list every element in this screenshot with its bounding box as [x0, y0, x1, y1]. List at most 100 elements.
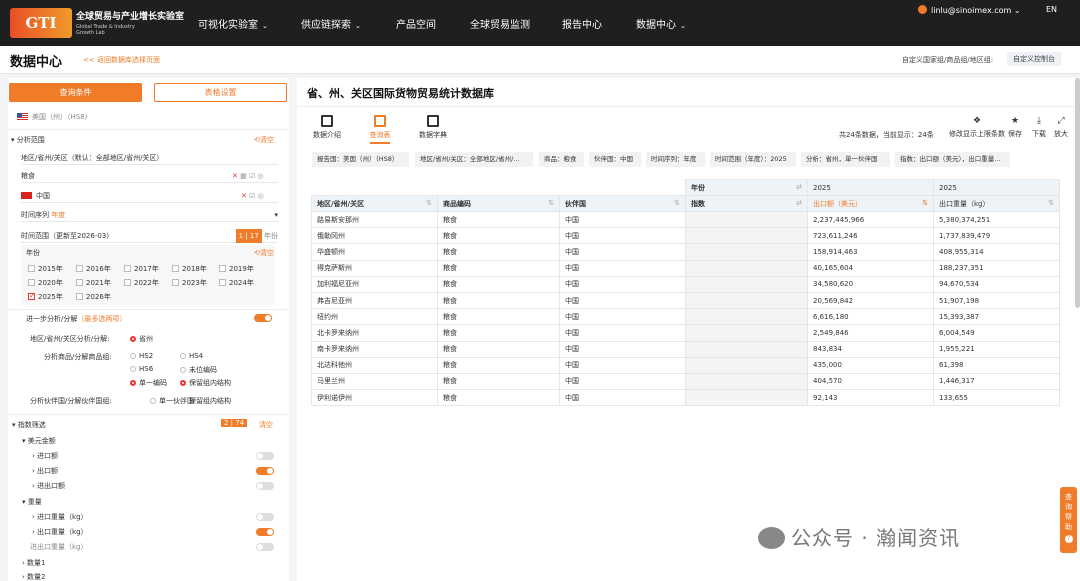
nav-report-center[interactable]: 报告中心	[562, 16, 602, 31]
index-import-weight[interactable]: › 进口重量（kg）	[32, 512, 88, 522]
export-weight-toggle[interactable]	[256, 528, 274, 536]
partner-field-actions[interactable]: ✕ ☑ ◎	[241, 192, 264, 200]
index-total-weight[interactable]: 进出口重量（kg）	[30, 542, 88, 552]
filter-chip-region[interactable]: 地区/省州/关区：全部地区/省州/...	[415, 152, 533, 167]
table-row[interactable]: 伊利诺伊州 粮食 中国 92,143 133,655	[311, 389, 1060, 407]
col-header-product-code[interactable]: 商品编码 ⇅	[437, 195, 560, 212]
set-limit-button[interactable]: ❖ 修改显示上限条数	[949, 116, 1005, 139]
save-button[interactable]: ★ 保存	[1008, 116, 1022, 139]
filter-chip-reporter[interactable]: 报告国：美国（州）（HS8）	[312, 152, 409, 167]
index-total-value[interactable]: › 进出口额	[32, 481, 65, 491]
export-value-toggle[interactable]	[256, 467, 274, 475]
zoom-button[interactable]: ⤢ 放大	[1054, 116, 1068, 139]
region-option-state[interactable]: 省州	[130, 334, 153, 344]
filter-chip-series[interactable]: 时间序列：年度	[646, 152, 705, 167]
col-header-index[interactable]: 指数 ⇄	[685, 195, 808, 212]
import-value-toggle[interactable]	[256, 452, 274, 460]
group-quantity-2[interactable]: › 数量2	[22, 572, 46, 581]
group-usd[interactable]: ▾ 美元金额	[22, 436, 56, 446]
group-quantity-1[interactable]: › 数量1	[22, 558, 46, 568]
table-settings-button[interactable]: 表格设置	[154, 83, 287, 102]
option-keep-structure[interactable]: 保留组内结构	[180, 378, 231, 388]
table-row[interactable]: 得克萨斯州 粮食 中国 40,165,604 188,237,351	[311, 259, 1060, 277]
year-2025[interactable]: 2025年	[28, 291, 63, 302]
nav-visualization-lab[interactable]: 可视化实验室 ⌄	[198, 16, 268, 31]
query-help-button[interactable]: 查询帮助?	[1060, 487, 1077, 553]
table-row[interactable]: 北达科他州 粮食 中国 435,000 61,398	[311, 356, 1060, 374]
index-export-value[interactable]: › 出口额	[32, 466, 58, 476]
option-single-code[interactable]: 单一编码	[130, 378, 167, 388]
year-2021[interactable]: 2021年	[76, 278, 111, 288]
clear-range-button[interactable]: ⟲清空	[254, 135, 274, 145]
tool-data-dictionary[interactable]: 数据字典	[413, 115, 453, 140]
col-header-export-value[interactable]: 出口额（美元） ⇅	[807, 195, 934, 212]
year-2015[interactable]: 2015年	[28, 264, 63, 274]
nav-product-space[interactable]: 产品空间	[396, 16, 436, 31]
col-header-partner[interactable]: 伙伴国 ⇅	[559, 195, 686, 212]
language-switch[interactable]: EN	[1046, 5, 1057, 14]
col-header-export-weight[interactable]: 出口重量（kg） ⇅	[933, 195, 1060, 212]
total-weight-toggle[interactable]	[256, 543, 274, 551]
year-2026[interactable]: 2026年	[76, 292, 111, 302]
index-export-weight[interactable]: › 出口重量（kg）	[32, 527, 88, 537]
partner-field[interactable]: 中国	[21, 189, 278, 203]
time-series-select[interactable]: 时间序列 年度 ▾	[21, 208, 278, 222]
year-2016[interactable]: 2016年	[76, 264, 111, 274]
table-row[interactable]: 马里兰州 粮食 中国 404,570 1,446,317	[311, 372, 1060, 391]
close-icon[interactable]: ✕	[241, 192, 247, 200]
product-field-actions[interactable]: ✕ ▦ ☑ ◎	[232, 172, 264, 180]
table-row[interactable]: 南卡罗来纳州 粮食 中国 843,834 1,955,221	[311, 340, 1060, 358]
index-filter-title[interactable]: ▾ 指数筛选	[12, 420, 46, 430]
option-hs2[interactable]: HS2	[130, 352, 153, 360]
year-2017[interactable]: 2017年	[124, 264, 159, 274]
tool-data-intro[interactable]: 数据介绍	[307, 115, 347, 140]
filter-chip-timerange[interactable]: 时间范围（年度）：2025	[710, 152, 796, 167]
nav-data-center[interactable]: 数据中心 ⌄	[636, 16, 686, 31]
import-weight-toggle[interactable]	[256, 513, 274, 521]
option-hs4[interactable]: HS4	[180, 352, 203, 360]
user-menu[interactable]: linlu@sinoimex.com ⌄	[918, 5, 1021, 15]
index-import-value[interactable]: › 进口额	[32, 451, 58, 461]
col-header-region[interactable]: 地区/省州/关区 ⇅	[311, 195, 438, 212]
option-keep-partner-structure[interactable]: 保留组内结构	[180, 396, 231, 406]
table-row[interactable]: 北卡罗来纳州 粮食 中国 2,549,846 6,004,549	[311, 324, 1060, 342]
option-unknown-code[interactable]: 未位编码	[180, 365, 217, 375]
reporter-select[interactable]: 美国（州）（HS8）	[17, 112, 92, 122]
gti-logo[interactable]: GTI 全球贸易与产业增长实验室 Global Trade & Industry…	[10, 6, 190, 40]
analysis-range-title[interactable]: ▾ 分析范围	[11, 135, 45, 145]
group-weight[interactable]: ▾ 重量	[22, 497, 42, 507]
option-hs6[interactable]: HS6	[130, 365, 153, 373]
col-header-year[interactable]: 年份 ⇄	[685, 179, 808, 196]
year-2022[interactable]: 2022年	[124, 278, 159, 288]
filter-chip-partner[interactable]: 伙伴国：中国	[589, 152, 641, 167]
tool-query-table[interactable]: 查询表	[360, 115, 400, 144]
table-row[interactable]: 纽约州 粮食 中国 6,616,180 15,393,387	[311, 308, 1060, 326]
total-value-toggle[interactable]	[256, 482, 274, 490]
table-row[interactable]: 华盛顿州 粮食 中国 158,914,463 408,955,314	[311, 243, 1060, 261]
time-range-field[interactable]: 时间范围（更新至2026-03） 1 | 17 年份	[21, 229, 278, 243]
download-button[interactable]: ⤓ 下载	[1032, 116, 1046, 139]
close-icon[interactable]: ✕	[232, 172, 238, 180]
nav-global-trade-monitor[interactable]: 全球贸易监测	[470, 16, 530, 31]
year-2024[interactable]: 2024年	[219, 278, 254, 288]
filter-chip-analysis[interactable]: 分析：省州，单一伙伴国	[801, 152, 890, 167]
back-link[interactable]: << 返回数据库选择页面	[83, 55, 160, 65]
nav-supply-chain[interactable]: 供应链探索 ⌄	[301, 16, 361, 31]
custom-console-button[interactable]: 自定义控制台	[1007, 52, 1061, 66]
table-row[interactable]: 加利福尼亚州 粮食 中国 34,580,620 94,670,534	[311, 275, 1060, 293]
further-analysis-toggle[interactable]	[254, 314, 272, 322]
filter-chip-index[interactable]: 指数：出口额（美元），出口重量...	[895, 152, 1010, 167]
query-conditions-button[interactable]: 查询条件	[9, 83, 142, 102]
year-2019[interactable]: 2019年	[219, 264, 254, 274]
year-2020[interactable]: 2020年	[28, 278, 63, 288]
table-row[interactable]: 俄勒冈州 粮食 中国 723,611,246 1,737,839,479	[311, 227, 1060, 245]
table-row[interactable]: 路易斯安那州 粮食 中国 2,237,445,966 5,380,374,251	[311, 210, 1060, 229]
filter-chip-product[interactable]: 商品：粮食	[539, 152, 584, 167]
year-2023[interactable]: 2023年	[172, 278, 207, 288]
table-row[interactable]: 弗吉尼亚州 粮食 中国 20,569,842 51,907,198	[311, 291, 1060, 310]
clear-index-button[interactable]: 清空	[259, 420, 273, 430]
page-scrollbar[interactable]	[1075, 78, 1080, 308]
year-2018[interactable]: 2018年	[172, 264, 207, 274]
region-field[interactable]: 地区/省州/关区（默认：全部地区/省州/关区）	[21, 151, 278, 165]
clear-years-button[interactable]: ⟲清空	[254, 248, 274, 258]
